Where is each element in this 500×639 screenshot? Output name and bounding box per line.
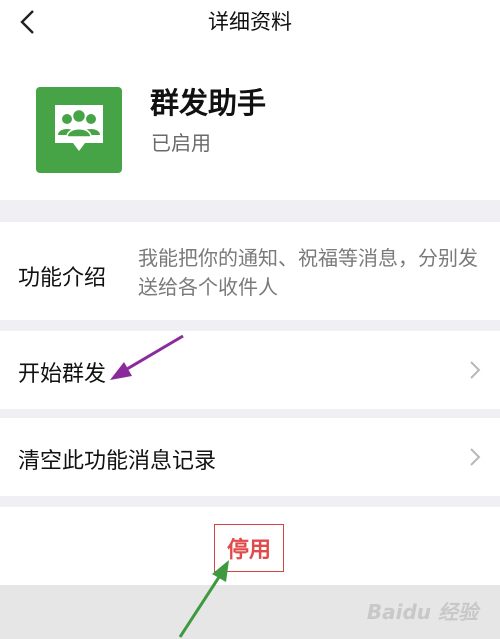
start-broadcast-label: 开始群发	[18, 362, 107, 387]
profile-header: 详细资料 群发助手 已启用	[0, 0, 500, 200]
chevron-right-icon	[470, 448, 481, 466]
intro-section: 功能介绍 我能把你的通知、祝福等消息，分别发送给各个收件人	[0, 222, 500, 320]
group-chat-icon	[55, 105, 103, 151]
start-broadcast-row[interactable]: 开始群发	[0, 331, 500, 409]
intro-label: 功能介绍	[18, 266, 107, 291]
clear-history-row[interactable]: 清空此功能消息记录	[0, 418, 500, 496]
app-icon	[36, 87, 122, 173]
page-title: 详细资料	[208, 10, 292, 34]
action-area: 停用	[0, 507, 500, 585]
disable-button[interactable]: 停用	[214, 524, 284, 572]
intro-description: 我能把你的通知、祝福等消息，分别发送给各个收件人	[138, 246, 478, 299]
chevron-right-icon	[470, 361, 481, 379]
clear-history-label: 清空此功能消息记录	[18, 449, 217, 474]
watermark: Baidu 经验	[366, 600, 478, 624]
app-status: 已启用	[151, 131, 211, 155]
app-name: 群发助手	[150, 86, 267, 120]
